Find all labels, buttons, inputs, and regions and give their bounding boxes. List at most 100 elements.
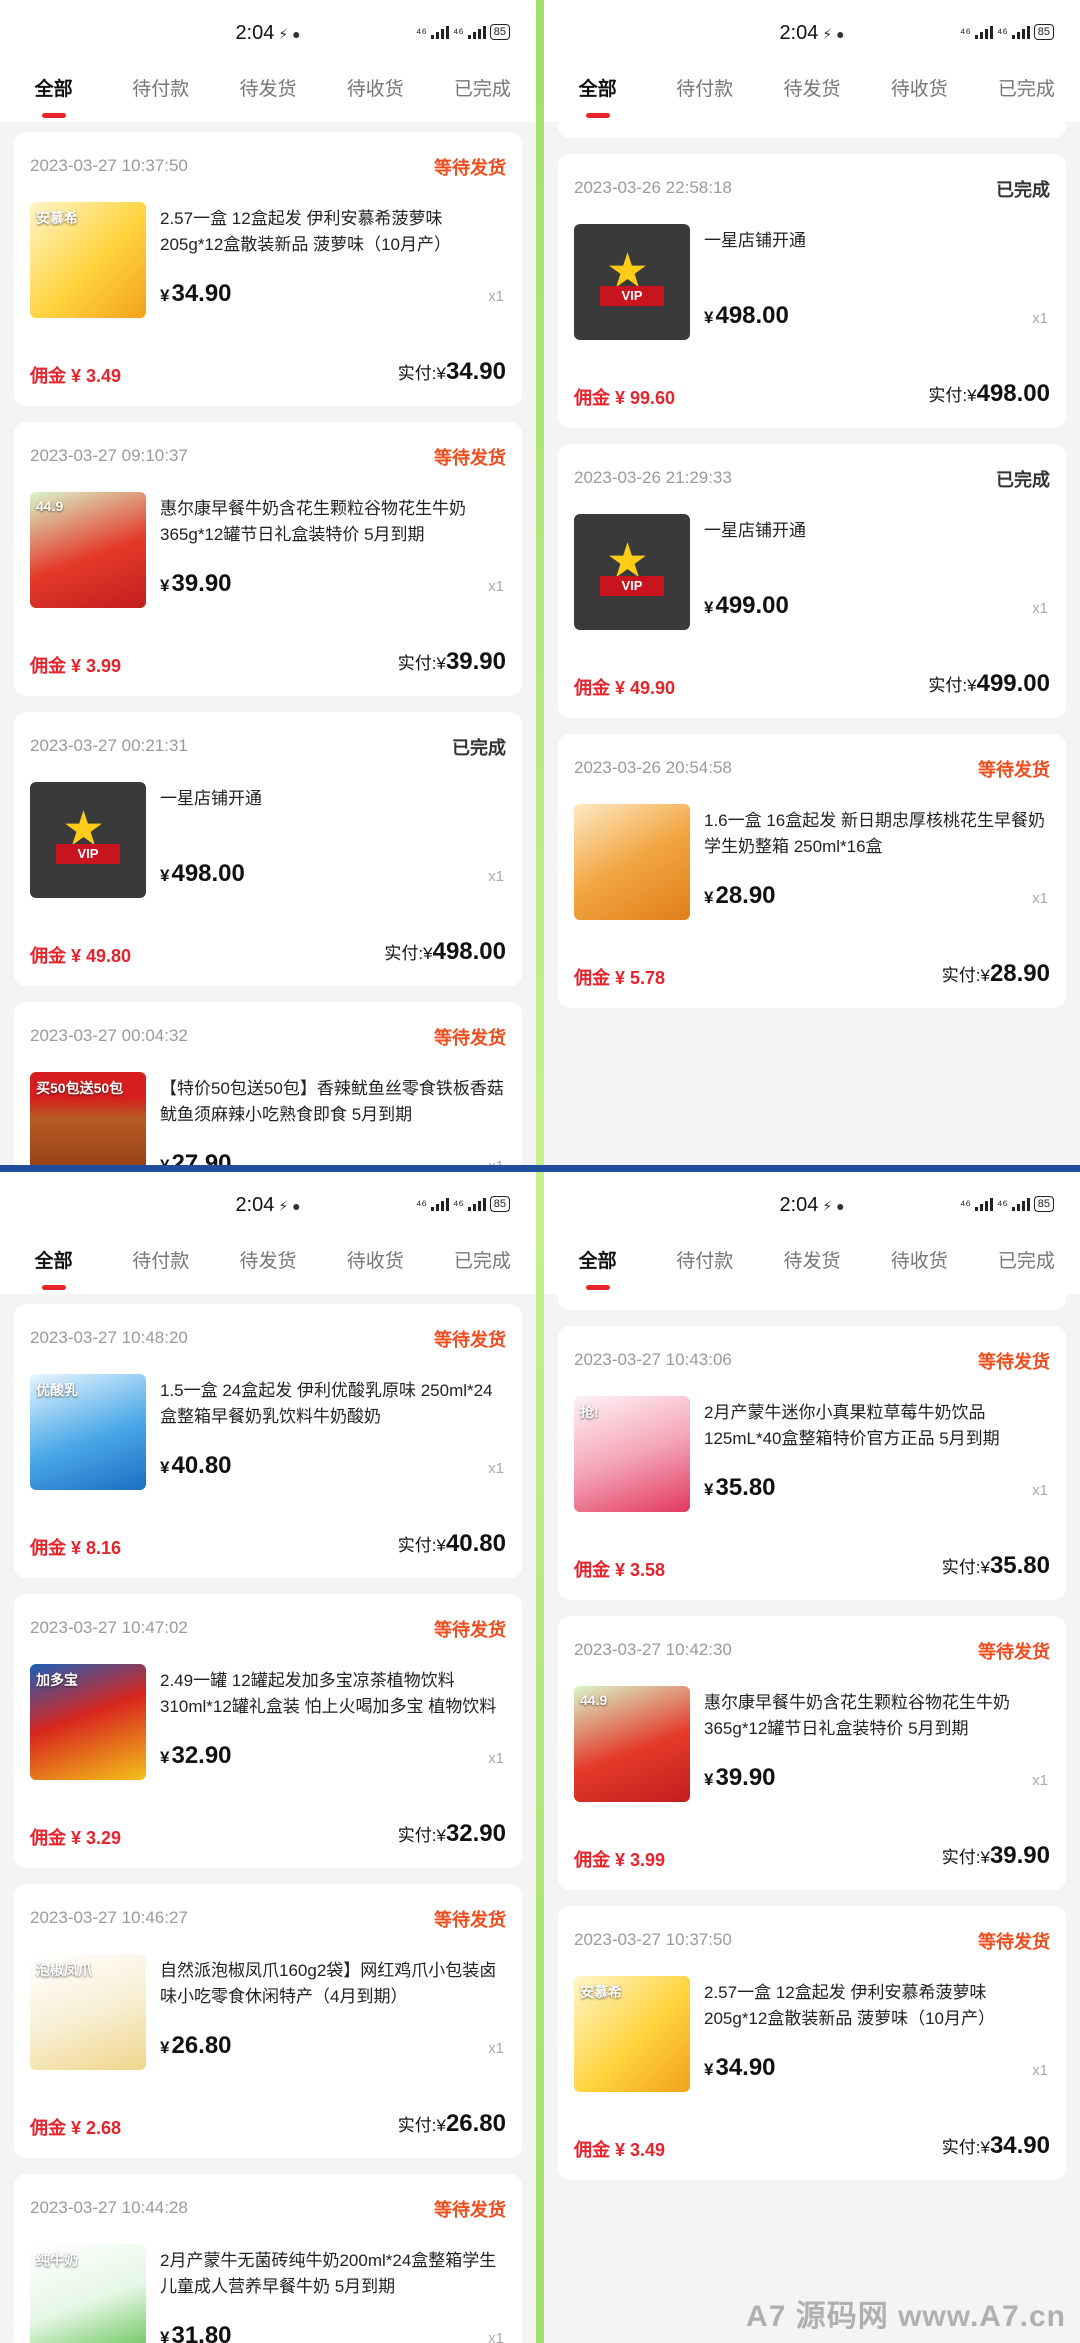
- product-image-label: 加多宝: [36, 1672, 78, 1688]
- commission: 佣金 ¥ 5.78: [574, 968, 666, 988]
- product-title[interactable]: 惠尔康早餐牛奶含花生颗粒谷物花生牛奶 365g*12罐节日礼盒装特价 5月到期: [160, 496, 505, 548]
- product-title[interactable]: 2月产蒙牛迷你小真果粒草莓牛奶饮品 125mL*40盒整箱特价官方正品 5月到期: [704, 1400, 1049, 1452]
- order-card[interactable]: 2023-03-27 10:42:30 等待发货 44.9 惠尔康早餐牛奶含花生颗粒谷…: [558, 1616, 1066, 1890]
- tab-2[interactable]: 待发货: [214, 1242, 321, 1294]
- tab-3[interactable]: 待收货: [322, 1242, 429, 1294]
- paid-value: 34.90: [445, 358, 506, 385]
- product-image[interactable]: 44.9: [574, 1686, 690, 1802]
- product-image-label: 买50包送50包: [36, 1080, 124, 1096]
- product-image[interactable]: 44.9: [30, 492, 146, 608]
- signal-icon: [1011, 1197, 1030, 1211]
- tab-1[interactable]: 待付款: [107, 1242, 214, 1294]
- tab-4[interactable]: 已完成: [429, 1242, 536, 1294]
- order-card[interactable]: 纯牛奶2月产蒙牛无菌砖纯牛奶200ml*24盒整箱学生儿童成人营养早餐牛奶 5月…: [558, 1294, 1066, 1310]
- product-title[interactable]: 一星店铺开通: [704, 228, 1049, 254]
- order-card[interactable]: 2023-03-27 10:47:02 等待发货 加多宝 2.49一罐 12罐起发加多…: [14, 1594, 522, 1868]
- product-title[interactable]: 自然派泡椒凤爪160g2袋】网红鸡爪小包装卤味小吃零食休闲特产（4月到期）: [160, 1958, 505, 2010]
- paid-amount: 实付:¥499.00: [928, 670, 1050, 698]
- order-date: 2023-03-26 20:54:58: [574, 758, 732, 777]
- order-card[interactable]: 2023-03-27 10:48:20 等待发货 优酸乳 1.5一盒 24盒起发 伊利…: [14, 1304, 522, 1578]
- product-title[interactable]: 1.5一盒 24盒起发 伊利优酸乳原味 250ml*24盒整箱早餐奶乳饮料牛奶酸…: [160, 1378, 505, 1430]
- product-title[interactable]: 2.57一盒 12盒起发 伊利安慕希菠萝味 205g*12盒散装新品 菠萝味（1…: [704, 1980, 1049, 2032]
- product-title[interactable]: 2.49一罐 12罐起发加多宝凉茶植物饮料 310ml*12罐礼盒装 怕上火喝加…: [160, 1668, 505, 1720]
- tab-2[interactable]: 待发货: [758, 70, 865, 122]
- phone-panel-2: 2:04⚡ ●⁴⁶⁴⁶85全部待付款待发货待收货已完成买50包送50包【特价50…: [544, 0, 1080, 1171]
- product-title[interactable]: 一星店铺开通: [704, 518, 1049, 544]
- price-value: 31.80: [171, 2322, 232, 2343]
- order-tabs: 全部 待付款 待发货 待收货 已完成: [0, 1242, 536, 1294]
- tab-2[interactable]: 待发货: [758, 1242, 865, 1294]
- currency-symbol: ¥: [160, 1458, 170, 1477]
- tab-3[interactable]: 待收货: [866, 70, 973, 122]
- product-image[interactable]: 安慕希: [30, 202, 146, 318]
- paid-amount: 实付:¥40.80: [398, 1530, 506, 1558]
- product-image[interactable]: 纯牛奶: [30, 2244, 146, 2343]
- tab-1[interactable]: 待付款: [651, 1242, 758, 1294]
- product-image[interactable]: 抢!: [574, 1396, 690, 1512]
- order-status: 等待发货: [434, 2200, 506, 2220]
- tab-4[interactable]: 已完成: [973, 1242, 1080, 1294]
- order-date: 2023-03-27 10:37:50: [30, 156, 188, 175]
- vip-badge: VIP: [600, 576, 664, 596]
- currency-symbol: ¥: [160, 2038, 170, 2057]
- order-card[interactable]: 2023-03-26 21:29:33 已完成 ★ VIP 一星店铺开通 ¥499.00 x…: [558, 444, 1066, 718]
- product-title[interactable]: 【特价50包送50包】香辣鱿鱼丝零食铁板香菇鱿鱼须麻辣小吃熟食即食 5月到期: [160, 1076, 505, 1128]
- product-image[interactable]: [574, 804, 690, 920]
- clock: 2:04: [779, 1194, 819, 1216]
- order-card[interactable]: 2023-03-27 09:10:37 等待发货 44.9 惠尔康早餐牛奶含花生颗粒谷…: [14, 422, 522, 696]
- order-date: 2023-03-27 10:48:20: [30, 1328, 188, 1347]
- currency-symbol: ¥: [704, 1770, 714, 1789]
- product-price: ¥498.00: [160, 860, 245, 888]
- currency-symbol: ¥: [436, 364, 446, 383]
- currency-symbol: ¥: [160, 286, 170, 305]
- vip-badge: VIP: [56, 844, 120, 864]
- tab-1[interactable]: 待付款: [107, 70, 214, 122]
- product-title[interactable]: 惠尔康早餐牛奶含花生颗粒谷物花生牛奶 365g*12罐节日礼盒装特价 5月到期: [704, 1690, 1049, 1742]
- order-status: 等待发货: [434, 158, 506, 178]
- product-image[interactable]: ★ VIP: [30, 782, 146, 898]
- order-card[interactable]: 2023-03-26 20:54:58 等待发货 1.6一盒 16盒起发 新日期忠厚…: [558, 734, 1066, 1008]
- product-image[interactable]: 优酸乳: [30, 1374, 146, 1490]
- tab-3[interactable]: 待收货: [322, 70, 429, 122]
- tab-4[interactable]: 已完成: [973, 70, 1080, 122]
- battery-icon: 85: [1033, 24, 1054, 40]
- order-card[interactable]: 2023-03-27 00:04:32 等待发货 买50包送50包 【特价50包送50…: [14, 1002, 522, 1171]
- paid-amount: 实付:¥28.90: [942, 960, 1050, 988]
- tab-0[interactable]: 全部: [0, 70, 107, 122]
- product-title[interactable]: 2.57一盒 12盒起发 伊利安慕希菠萝味 205g*12盒散装新品 菠萝味（1…: [160, 206, 505, 258]
- tab-2[interactable]: 待发货: [214, 70, 321, 122]
- order-card[interactable]: 2023-03-27 10:46:27 等待发货 泡椒凤爪 自然派泡椒凤爪160g2袋…: [14, 1884, 522, 2158]
- order-card[interactable]: 2023-03-27 10:43:06 等待发货 抢! 2月产蒙牛迷你小真果粒草莓牛奶…: [558, 1326, 1066, 1600]
- product-image[interactable]: ★ VIP: [574, 514, 690, 630]
- order-card[interactable]: 2023-03-27 10:37:50 等待发货安慕希 2.57一盒 12盒起发 伊…: [14, 132, 522, 406]
- order-card[interactable]: 2023-03-27 00:21:31 已完成 ★ VIP 一星店铺开通 ¥498.00 x…: [14, 712, 522, 986]
- product-image[interactable]: ★ VIP: [574, 224, 690, 340]
- order-card[interactable]: 2023-03-27 10:37:50 等待发货 安慕希 2.57一盒 12盒起发 伊…: [558, 1906, 1066, 2180]
- product-image[interactable]: 买50包送50包: [30, 1072, 146, 1171]
- order-date: 2023-03-27 10:47:02: [30, 1618, 188, 1637]
- tab-4[interactable]: 已完成: [429, 70, 536, 122]
- tab-3[interactable]: 待收货: [866, 1242, 973, 1294]
- tab-0[interactable]: 全部: [0, 1242, 107, 1294]
- quantity: x1: [488, 868, 504, 885]
- currency-symbol: ¥: [704, 598, 714, 617]
- product-price: ¥498.00: [704, 302, 789, 330]
- clock: 2:04: [779, 22, 819, 44]
- quantity: x1: [488, 578, 504, 595]
- product-price: ¥499.00: [704, 592, 789, 620]
- product-title[interactable]: 一星店铺开通: [160, 786, 505, 812]
- tab-1[interactable]: 待付款: [651, 70, 758, 122]
- product-title[interactable]: 2月产蒙牛无菌砖纯牛奶200ml*24盒整箱学生儿童成人营养早餐牛奶 5月到期: [160, 2248, 505, 2300]
- product-image[interactable]: 泡椒凤爪: [30, 1954, 146, 2070]
- product-image[interactable]: 安慕希: [574, 1976, 690, 2092]
- tab-0[interactable]: 全部: [544, 70, 651, 122]
- tab-0[interactable]: 全部: [544, 1242, 651, 1294]
- order-card[interactable]: 2023-03-26 22:58:18 已完成 ★ VIP 一星店铺开通 ¥498.00 x…: [558, 154, 1066, 428]
- product-image[interactable]: 加多宝: [30, 1664, 146, 1780]
- order-card[interactable]: 买50包送50包【特价50包送50包】香辣鱿鱼丝零食铁板香菇鱿鱼须麻辣小吃熟食即…: [558, 122, 1066, 138]
- clock: 2:04: [235, 22, 275, 44]
- product-title[interactable]: 1.6一盒 16盒起发 新日期忠厚核桃花生早餐奶学生奶整箱 250ml*16盒: [704, 808, 1049, 860]
- order-card[interactable]: 2023-03-27 10:44:28 等待发货 纯牛奶 2月产蒙牛无菌砖纯牛奶200…: [14, 2174, 522, 2343]
- paid-amount: 实付:¥39.90: [398, 648, 506, 676]
- notification-icons: ⚡ ●: [822, 26, 845, 42]
